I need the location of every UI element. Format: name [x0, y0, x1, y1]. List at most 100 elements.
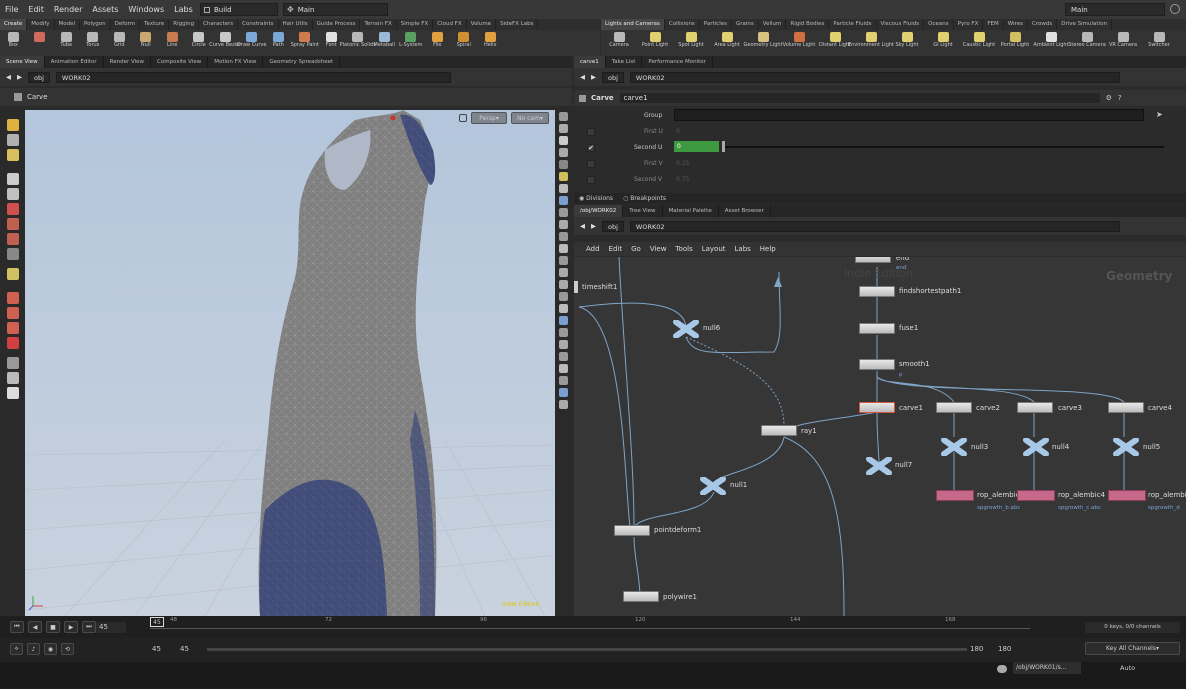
- net-path-root[interactable]: obj: [602, 220, 624, 232]
- shelf-right-tab-1[interactable]: Collisions: [665, 19, 700, 30]
- shelf-right-tab-10[interactable]: FEM: [983, 19, 1004, 30]
- node-findshortestpath[interactable]: [859, 286, 895, 297]
- shelf-left-tab-1[interactable]: Modify: [27, 19, 55, 30]
- back-icon[interactable]: ◀: [6, 73, 11, 81]
- persp-button[interactable]: Persp ▾: [471, 112, 507, 124]
- first-u-value[interactable]: 0: [676, 128, 680, 135]
- pose-tool-icon[interactable]: [6, 248, 19, 260]
- pane-selector[interactable]: ✥ Main: [283, 3, 388, 16]
- shelf-right-tool-13[interactable]: Stereo Camera: [1068, 30, 1106, 54]
- shelf-right-tab-8[interactable]: Oceans: [924, 19, 954, 30]
- shelf-left-tool-0[interactable]: Box: [0, 30, 27, 54]
- shelf-right-tab-4[interactable]: Vellum: [759, 19, 787, 30]
- shelf-right-tool-7[interactable]: Environment Light: [848, 30, 894, 54]
- range-end-2[interactable]: 180: [998, 645, 1011, 653]
- shelf-right-tool-4[interactable]: Geometry Light: [744, 30, 783, 54]
- back-icon-2[interactable]: ◀: [580, 73, 585, 81]
- right-main-selector[interactable]: Main: [1065, 3, 1165, 16]
- rotate-tool-icon[interactable]: [6, 218, 19, 230]
- status-path[interactable]: /obj/WORK01/s...: [1013, 662, 1081, 674]
- display-icon-2[interactable]: [559, 124, 568, 133]
- left-pane-tab-5[interactable]: Geometry Spreadsheet: [263, 56, 341, 68]
- timeline-ruler[interactable]: 48 72 96 120 144 168: [150, 617, 1030, 636]
- shelf-right-tab-5[interactable]: Rigid Bodies: [786, 19, 830, 30]
- left-pane-tab-4[interactable]: Motion FX View: [208, 56, 264, 68]
- shelf-left-tool-17[interactable]: Spiral: [451, 30, 478, 54]
- shelf-left-tool-3[interactable]: Torus: [80, 30, 107, 54]
- net-menu-tools[interactable]: Tools: [675, 245, 692, 253]
- shelf-right-tab-9[interactable]: Pyro FX: [954, 19, 984, 30]
- shelf-left-tool-16[interactable]: File: [424, 30, 451, 54]
- path-node[interactable]: WORK02: [55, 71, 451, 83]
- display-icon-21[interactable]: [559, 352, 568, 361]
- display-icon-22[interactable]: [559, 364, 568, 373]
- arrow-tool-icon[interactable]: [6, 173, 19, 185]
- shelf-right-tab-6[interactable]: Particle Fluids: [829, 19, 877, 30]
- shelf-right-tool-8[interactable]: Sky Light: [889, 30, 925, 54]
- shelf-left-tool-11[interactable]: Spray Paint: [291, 30, 319, 54]
- node-carve3[interactable]: [1017, 402, 1053, 413]
- menu-item-windows[interactable]: Windows: [123, 5, 169, 14]
- network-pane-tab-1[interactable]: Tree View: [623, 205, 663, 217]
- node-rop-alembic5[interactable]: [1108, 490, 1146, 501]
- first-v-checkbox[interactable]: [587, 160, 595, 168]
- net-menu-add[interactable]: Add: [586, 245, 600, 253]
- shelf-left-tab-5[interactable]: Texture: [140, 19, 170, 30]
- chat-icon[interactable]: [997, 665, 1007, 673]
- display-icon-1[interactable]: [559, 112, 568, 121]
- realtime-icon[interactable]: ◉: [44, 643, 57, 655]
- shelf-left-tab-6[interactable]: Rigging: [169, 19, 200, 30]
- play-button[interactable]: ▶: [64, 621, 78, 633]
- shelf-right-tab-11[interactable]: Wires: [1004, 19, 1029, 30]
- range-end[interactable]: 180: [970, 645, 983, 653]
- brush-tool-icon[interactable]: [6, 322, 19, 334]
- display-icon-14[interactable]: [559, 268, 568, 277]
- node-null5[interactable]: [1113, 437, 1139, 457]
- scale-tool-icon[interactable]: [6, 233, 19, 245]
- node-name-field[interactable]: carve1: [619, 93, 1100, 103]
- range-start[interactable]: 45: [152, 645, 161, 653]
- second-u-slider[interactable]: [724, 146, 1164, 148]
- net-path-node[interactable]: WORK02: [629, 220, 1120, 232]
- node-graph[interactable]: Geometry Indie Edition end end timeshift…: [574, 257, 1186, 616]
- shelf-right-tool-12[interactable]: Ambient Light: [1033, 30, 1069, 54]
- second-u-field[interactable]: 0: [674, 141, 719, 152]
- help-icon[interactable]: [1170, 4, 1180, 14]
- param-pane-tab-1[interactable]: Take List: [606, 56, 643, 68]
- magnet2-tool-icon[interactable]: [6, 337, 19, 349]
- group-field[interactable]: [674, 109, 1144, 121]
- shelf-left-tool-14[interactable]: Metaball: [371, 30, 398, 54]
- param-path-root[interactable]: obj: [602, 71, 624, 83]
- shelf-left-tab-7[interactable]: Characters: [199, 19, 239, 30]
- shelf-left-tool-10[interactable]: Path: [265, 30, 292, 54]
- paint-tool-icon[interactable]: [6, 149, 19, 161]
- second-u-slider-handle[interactable]: [722, 141, 725, 152]
- left-pane-tab-1[interactable]: Animation Editor: [45, 56, 104, 68]
- forward-icon-2[interactable]: ▶: [591, 73, 596, 81]
- net-menu-layout[interactable]: Layout: [702, 245, 726, 253]
- display-icon-8[interactable]: [559, 196, 568, 205]
- shelf-right-tab-7[interactable]: Viscous Fluids: [877, 19, 925, 30]
- display-icon-12[interactable]: [559, 244, 568, 253]
- shelf-right-tab-13[interactable]: Drive Simulation: [1057, 19, 1112, 30]
- current-frame-field[interactable]: 45: [96, 622, 126, 633]
- shelf-right-tool-14[interactable]: VR Camera: [1105, 30, 1141, 54]
- node-null7[interactable]: [866, 456, 892, 476]
- display-icon-6[interactable]: [559, 172, 568, 181]
- network-pane-tab-3[interactable]: Asset Browser: [719, 205, 771, 217]
- menu-item-labs[interactable]: Labs: [169, 5, 198, 14]
- node-timeshift[interactable]: [574, 281, 578, 293]
- shelf-right-tool-5[interactable]: Volume Light: [781, 30, 817, 54]
- desktop-selector[interactable]: Build: [200, 3, 278, 16]
- display-icon-10[interactable]: [559, 220, 568, 229]
- shelf-left-tool-7[interactable]: Circle: [186, 30, 213, 54]
- divisions-tab[interactable]: ◉ Divisions: [574, 193, 618, 204]
- shelf-right-tab-12[interactable]: Crowds: [1028, 19, 1058, 30]
- history-tool-icon[interactable]: [6, 357, 19, 369]
- shelf-right-tool-2[interactable]: Spot Light: [673, 30, 709, 54]
- display-icon-18[interactable]: [559, 316, 568, 325]
- net-menu-help[interactable]: Help: [760, 245, 776, 253]
- second-v-value[interactable]: 0.75: [676, 176, 689, 183]
- magnet-tool-icon[interactable]: [6, 292, 19, 304]
- param-path-node[interactable]: WORK02: [629, 71, 1120, 83]
